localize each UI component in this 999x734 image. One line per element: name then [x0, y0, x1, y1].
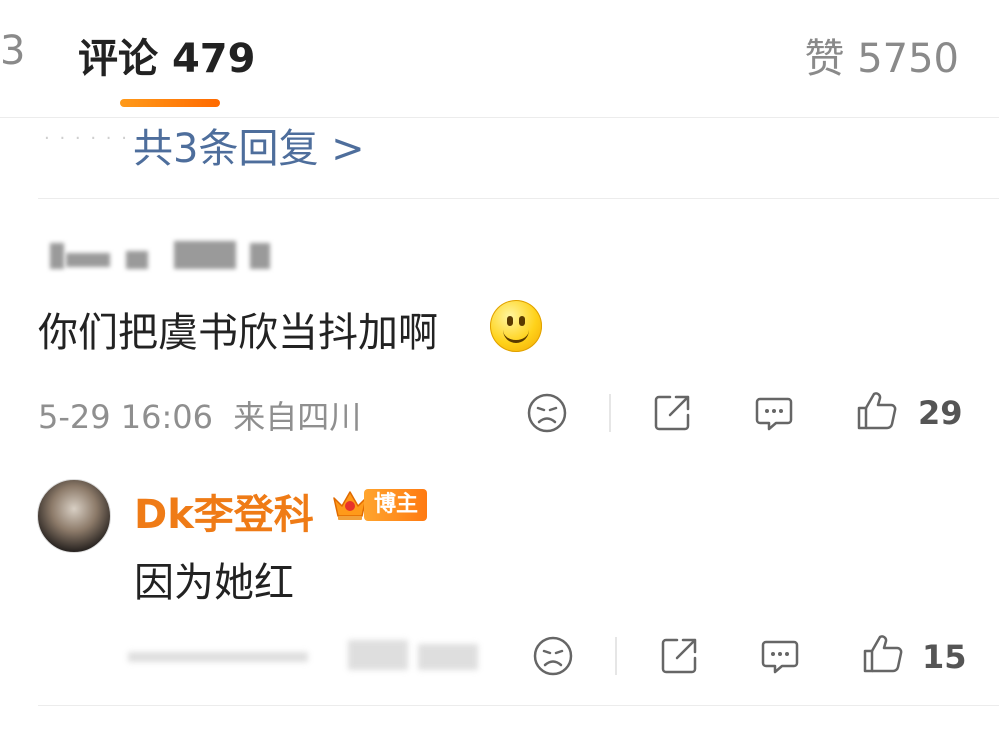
comment-divider [38, 198, 999, 199]
tab-reposts-partial[interactable]: 3 [0, 28, 25, 74]
avatar[interactable] [37, 479, 111, 553]
tab-likes[interactable]: 赞 5750 [804, 26, 959, 84]
comment-text: 你们把虞书欣当抖加啊 [38, 310, 438, 356]
share-icon[interactable] [650, 391, 694, 435]
tab-likes-count: 5750 [857, 36, 959, 82]
bottom-divider [38, 705, 999, 706]
comment-meta: 5-29 16:06 来自四川 [38, 392, 361, 438]
like-thumb-icon[interactable] [861, 632, 905, 676]
action-separator [615, 637, 617, 675]
like-thumb-icon[interactable] [855, 389, 899, 433]
blurred-username[interactable] [46, 237, 276, 273]
reply-author-name[interactable]: Dk李登科 [134, 482, 314, 540]
reply-like-count: 15 [922, 638, 967, 676]
comment-date: 5-29 16:06 [38, 398, 214, 436]
view-replies-link[interactable]: 共3条回复 > [133, 116, 365, 174]
comment-like-count: 29 [918, 394, 963, 432]
comment-bubble-icon[interactable] [758, 634, 802, 678]
comment-location: 来自四川 [233, 398, 362, 436]
thread-dots: · · · · · · [44, 128, 129, 149]
dislike-face-icon[interactable] [525, 391, 569, 435]
blurred-reply-meta [128, 634, 488, 674]
tab-comments-count: 479 [171, 36, 256, 82]
smile-emoji-icon [490, 300, 542, 352]
tab-comments-label: 评论 [78, 36, 158, 82]
share-icon[interactable] [657, 634, 701, 678]
active-tab-indicator [120, 99, 220, 107]
blogger-badge: 博主 [364, 489, 428, 521]
action-separator [609, 394, 611, 432]
comment-bubble-icon[interactable] [752, 391, 796, 435]
reply-text: 因为她红 [134, 560, 294, 606]
dislike-face-icon[interactable] [531, 634, 575, 678]
tab-likes-label: 赞 [804, 36, 845, 82]
tab-comments[interactable]: 评论 479 [78, 26, 255, 84]
